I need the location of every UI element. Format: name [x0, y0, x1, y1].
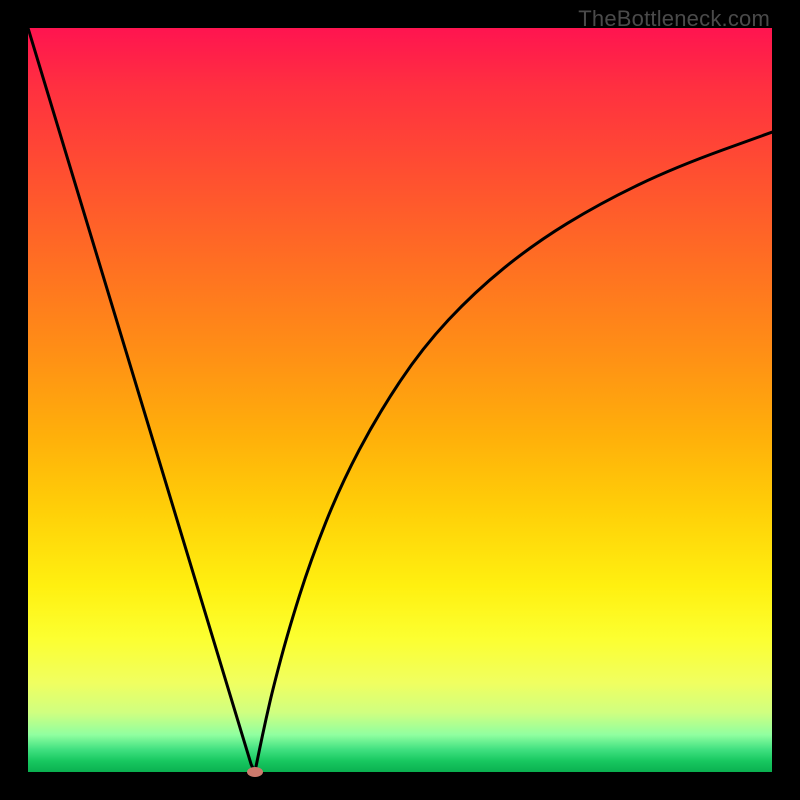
- plot-area: [28, 28, 772, 772]
- curve-left: [28, 28, 255, 772]
- watermark-text: TheBottleneck.com: [578, 6, 770, 32]
- curve-right: [255, 132, 772, 772]
- chart-frame: TheBottleneck.com: [0, 0, 800, 800]
- min-marker: [247, 767, 263, 777]
- curve-svg: [28, 28, 772, 772]
